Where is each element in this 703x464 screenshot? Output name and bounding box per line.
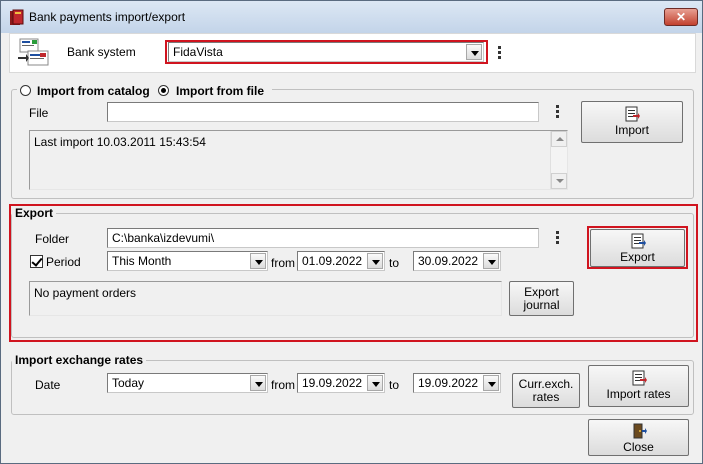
close-button[interactable]: Close — [588, 419, 689, 456]
bank-payments-window: Bank payments import/export ✕ Bank syste… — [0, 0, 703, 464]
chevron-down-icon[interactable] — [367, 253, 383, 269]
import-from-file-radio[interactable] — [158, 85, 169, 96]
window-title: Bank payments import/export — [29, 10, 186, 24]
import-rates-button[interactable]: Import rates — [588, 365, 689, 407]
book-icon — [10, 9, 24, 25]
export-to-label: to — [389, 256, 400, 270]
period-checkbox[interactable] — [30, 255, 43, 268]
import-from-catalog-label[interactable]: Import from catalog — [37, 84, 150, 98]
scroll-up-icon[interactable] — [551, 131, 567, 147]
export-group-highlight — [9, 204, 698, 342]
chevron-down-icon[interactable] — [483, 375, 499, 391]
export-journal-label-line2: journal — [523, 298, 560, 312]
exchange-rates-title: Import exchange rates — [12, 353, 147, 367]
rates-date-select[interactable]: Today — [107, 373, 268, 393]
import-from-catalog-radio[interactable] — [20, 85, 31, 96]
bank-system-more-icon[interactable] — [496, 46, 502, 60]
import-log-scrollbar[interactable] — [550, 131, 567, 189]
import-from-file-label[interactable]: Import from file — [176, 84, 264, 98]
import-document-icon — [625, 106, 640, 122]
bank-system-bar: Bank system FidaVista — [9, 33, 696, 73]
scroll-down-icon[interactable] — [551, 173, 567, 189]
period-select[interactable]: This Month — [107, 251, 268, 271]
title-bar: Bank payments import/export ✕ — [1, 1, 702, 33]
folder-label: Folder — [35, 232, 70, 246]
close-button-label: Close — [623, 440, 654, 454]
curr-exch-rates-button[interactable]: Curr.exch. rates — [512, 373, 580, 408]
exit-door-icon — [633, 423, 647, 439]
export-to-date[interactable]: 30.09.2022 — [413, 251, 501, 271]
rates-to-date[interactable]: 19.09.2022 — [413, 373, 501, 393]
chevron-down-icon[interactable] — [250, 253, 266, 269]
folder-field[interactable]: C:\banka\izdevumi\ — [107, 228, 539, 248]
bank-transfer-icon — [18, 38, 49, 66]
rates-date-value: Today — [112, 376, 145, 390]
rates-to-value: 19.09.2022 — [418, 376, 479, 390]
import-mode-radios: Import from catalog Import from file — [17, 83, 272, 99]
period-label[interactable]: Period — [46, 255, 81, 269]
rates-from-label: from — [271, 378, 295, 392]
chevron-down-icon[interactable] — [250, 375, 266, 391]
import-rates-document-icon — [632, 370, 647, 386]
import-rates-button-label: Import rates — [606, 387, 671, 401]
chevron-down-icon[interactable] — [483, 253, 499, 269]
export-journal-button[interactable]: Export journal — [509, 281, 574, 316]
curr-exch-label-line2: rates — [532, 390, 560, 404]
window-close-button[interactable]: ✕ — [664, 8, 698, 26]
export-log: No payment orders — [29, 281, 502, 316]
rates-from-date[interactable]: 19.09.2022 — [297, 373, 385, 393]
chevron-down-icon[interactable] — [367, 375, 383, 391]
bank-system-label: Bank system — [67, 45, 136, 59]
export-from-date[interactable]: 01.09.2022 — [297, 251, 385, 271]
import-log-text: Last import 10.03.2011 15:43:54 — [34, 135, 206, 149]
bank-system-highlight — [165, 40, 488, 64]
export-button-highlight — [587, 226, 688, 269]
rates-from-value: 19.09.2022 — [302, 376, 363, 390]
folder-browse-more-icon[interactable] — [554, 231, 560, 245]
export-from-value: 01.09.2022 — [302, 254, 363, 268]
file-field[interactable] — [107, 102, 539, 122]
date-label: Date — [35, 378, 61, 392]
export-to-value: 30.09.2022 — [418, 254, 479, 268]
period-value: This Month — [112, 254, 172, 268]
import-button[interactable]: Import — [581, 101, 683, 143]
file-label: File — [29, 106, 49, 120]
import-button-label: Import — [614, 123, 649, 137]
export-from-label: from — [271, 256, 295, 270]
import-log: Last import 10.03.2011 15:43:54 — [29, 130, 568, 190]
rates-to-label: to — [389, 378, 400, 392]
export-log-text: No payment orders — [34, 286, 137, 300]
file-browse-more-icon[interactable] — [554, 105, 560, 119]
